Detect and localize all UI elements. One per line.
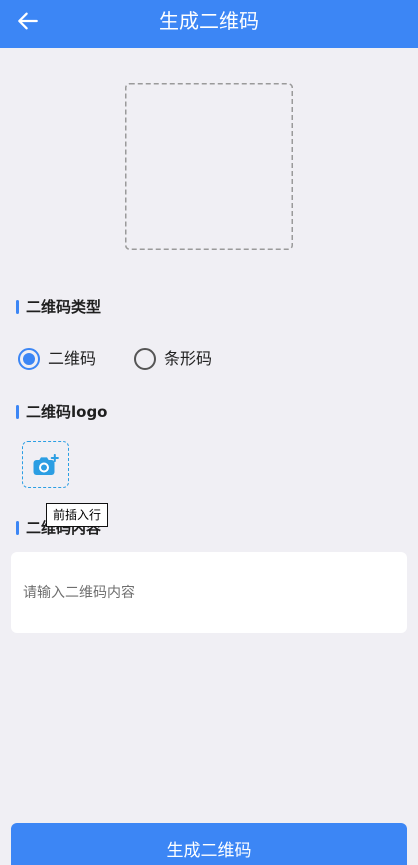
section-title-label: 二维码类型 bbox=[26, 298, 102, 316]
qr-content-input[interactable] bbox=[11, 552, 407, 633]
radio-circle[interactable] bbox=[134, 348, 156, 370]
page-title: 生成二维码 bbox=[159, 9, 259, 33]
qr-generator-screen: 生成二维码 二维码类型 二维码 条形码 二维码logo 前插入行 二维码内容 请… bbox=[0, 0, 418, 865]
radio-option-barcode[interactable]: 条形码 bbox=[134, 348, 212, 370]
radio-option-qrcode[interactable]: 二维码 bbox=[18, 348, 96, 370]
section-accent-bar bbox=[16, 521, 19, 535]
section-accent-bar bbox=[16, 405, 19, 419]
qr-preview-placeholder bbox=[125, 83, 293, 250]
section-title-qr-type: 二维码类型 bbox=[16, 297, 101, 317]
back-button[interactable] bbox=[13, 6, 43, 36]
camera-plus-icon bbox=[33, 453, 59, 475]
arrow-left-icon bbox=[18, 12, 38, 30]
tooltip: 前插入行 bbox=[46, 503, 108, 527]
radio-circle[interactable] bbox=[18, 348, 40, 370]
section-title-qr-logo: 二维码logo bbox=[16, 402, 108, 422]
section-title-label: 二维码logo bbox=[26, 403, 108, 421]
generate-qrcode-button[interactable]: 生成二维码 bbox=[11, 823, 407, 865]
radio-label: 条形码 bbox=[164, 349, 213, 368]
qr-preview-frame bbox=[125, 83, 293, 250]
radio-label: 二维码 bbox=[48, 349, 97, 368]
logo-upload-button[interactable] bbox=[22, 441, 69, 488]
content-input-card bbox=[11, 552, 407, 633]
app-header: 生成二维码 bbox=[0, 0, 418, 48]
section-accent-bar bbox=[16, 300, 19, 314]
